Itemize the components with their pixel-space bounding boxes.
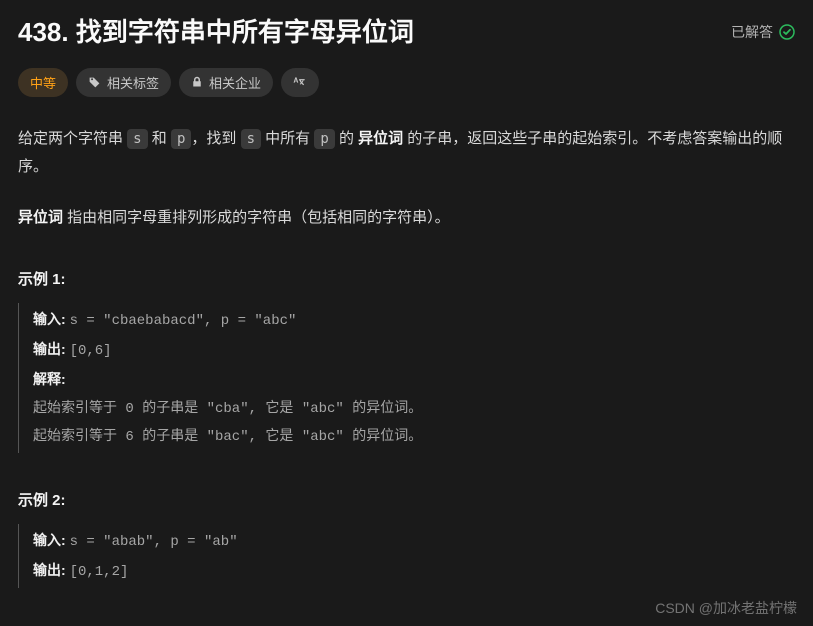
bold-anagram: 异位词	[358, 130, 403, 147]
example-2-title: 示例 2:	[18, 489, 795, 510]
related-tags-button[interactable]: 相关标签	[76, 68, 171, 97]
example-1-output: 输出: [0,6]	[33, 335, 795, 365]
example-2-input: 输入: s = "abab", p = "ab"	[33, 526, 795, 556]
example-1-explain-line1: 起始索引等于 0 的子串是 "cba", 它是 "abc" 的异位词。	[33, 395, 795, 423]
status-badge: 已解答	[731, 22, 795, 42]
difficulty-tag[interactable]: 中等	[18, 68, 68, 97]
inline-code-s: s	[127, 129, 147, 149]
lock-icon	[191, 76, 203, 88]
example-2: 示例 2: 输入: s = "abab", p = "ab" 输出: [0,1,…	[18, 489, 795, 588]
example-2-block: 输入: s = "abab", p = "ab" 输出: [0,1,2]	[18, 524, 795, 588]
status-text: 已解答	[731, 22, 773, 42]
tags-row: 中等 相关标签 相关企业	[18, 68, 795, 97]
inline-code-p: p	[171, 129, 191, 149]
example-1-input: 输入: s = "cbaebabacd", p = "abc"	[33, 305, 795, 335]
translate-icon	[293, 75, 307, 89]
inline-code-p2: p	[314, 129, 334, 149]
example-1: 示例 1: 输入: s = "cbaebabacd", p = "abc" 输出…	[18, 268, 795, 453]
example-1-block: 输入: s = "cbaebabacd", p = "abc" 输出: [0,6…	[18, 303, 795, 453]
header: 438. 找到字符串中所有字母异位词 已解答	[18, 16, 795, 50]
tag-icon	[88, 76, 101, 89]
check-circle-icon	[779, 24, 795, 40]
related-tags-label: 相关标签	[107, 73, 159, 92]
bold-anagram-def: 异位词	[18, 209, 63, 226]
translate-button[interactable]	[281, 68, 319, 97]
related-companies-button[interactable]: 相关企业	[179, 68, 273, 97]
example-2-output: 输出: [0,1,2]	[33, 556, 795, 586]
related-companies-label: 相关企业	[209, 73, 261, 92]
inline-code-s2: s	[241, 129, 261, 149]
description-p1: 给定两个字符串 s 和 p，找到 s 中所有 p 的 异位词 的子串，返回这些子…	[18, 125, 795, 182]
example-1-explain-line2: 起始索引等于 6 的子串是 "bac", 它是 "abc" 的异位词。	[33, 423, 795, 451]
problem-description: 给定两个字符串 s 和 p，找到 s 中所有 p 的 异位词 的子串，返回这些子…	[18, 125, 795, 233]
example-1-title: 示例 1:	[18, 268, 795, 289]
watermark: CSDN @加冰老盐柠檬	[655, 598, 797, 618]
description-p2: 异位词 指由相同字母重排列形成的字符串（包括相同的字符串）。	[18, 204, 795, 233]
example-1-explain-label: 解释:	[33, 365, 795, 395]
problem-title: 438. 找到字符串中所有字母异位词	[18, 16, 414, 50]
